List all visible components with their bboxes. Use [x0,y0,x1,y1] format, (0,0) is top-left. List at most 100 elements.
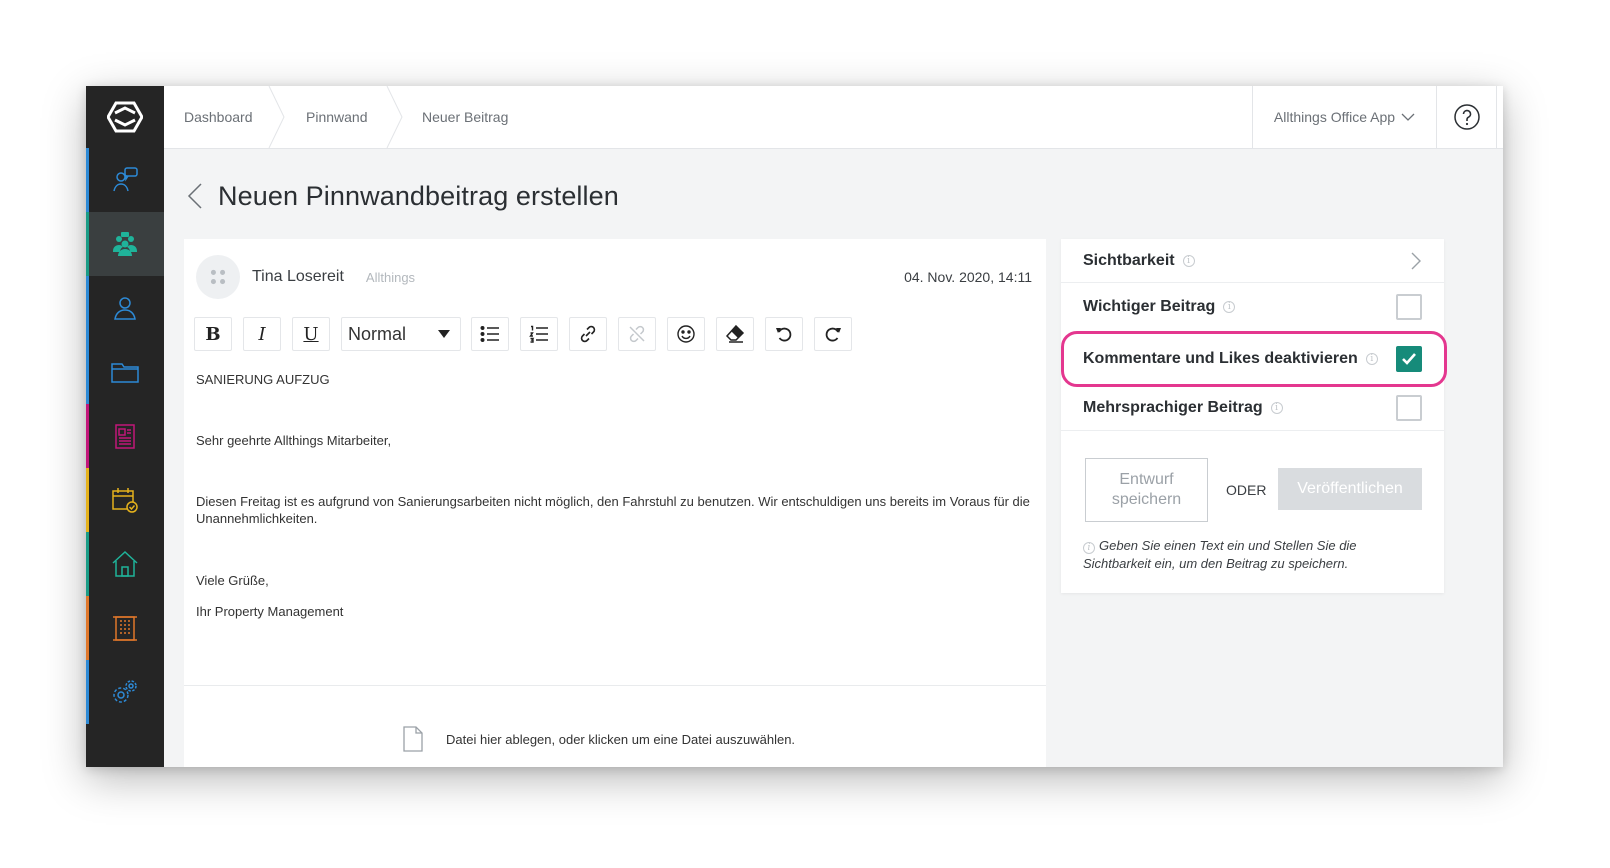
underline-button[interactable]: U [292,317,330,351]
building-icon [113,616,137,641]
back-arrow-icon[interactable] [186,182,204,210]
numbered-list-button[interactable] [520,317,558,351]
sidebar-item-settings[interactable] [86,660,164,724]
document-icon [115,424,135,449]
emoji-button[interactable] [667,317,705,351]
breadcrumb-current: Neuer Beitrag [422,109,509,125]
multilingual-checkbox[interactable] [1396,394,1422,421]
info-icon: i [1270,401,1283,414]
sidebar-item-users[interactable] [86,276,164,340]
sidebar-item-documents[interactable] [86,404,164,468]
bold-button[interactable]: B [194,317,232,351]
highlight-annotation [1061,331,1447,387]
help-icon [1453,104,1480,130]
person-icon [114,297,136,320]
format-select-value: Normal [348,323,407,344]
save-hint-text: Geben Sie einen Text ein und Stellen Sie… [1083,538,1357,571]
info-icon: i [1182,254,1195,267]
breadcrumb-pinnwand[interactable]: Pinnwand [306,86,368,148]
bullet-list-button[interactable] [471,317,509,351]
redo-icon [825,327,841,342]
editor-line: Sehr geehrte Allthings Mitarbeiter, [196,433,392,448]
post-date: 04. Nov. 2020, 14:11 [904,269,1032,285]
visibility-label: Sichtbarkeit [1083,251,1175,269]
breadcrumb-separator [268,86,285,148]
multilingual-label: Mehrsprachiger Beitrag [1083,398,1263,416]
user-menu[interactable] [1496,86,1503,148]
author-org: Allthings [365,269,416,285]
bullet-list-icon [480,326,499,342]
link-button[interactable] [569,317,607,351]
sidebar-item-messages[interactable] [86,148,164,212]
nav-color-bar [86,340,89,404]
important-label: Wichtiger Beitrag [1083,298,1216,315]
eraser-icon [725,324,745,343]
app-window: Dashboard Pinnwand Neuer Beitrag Allthin… [86,86,1503,767]
emoji-icon [677,325,695,343]
sidebar-item-tasks[interactable] [86,468,164,532]
important-checkbox[interactable] [1396,294,1422,320]
redo-button[interactable] [814,317,852,351]
sidebar-item-community[interactable] [86,212,164,276]
info-icon: i [1223,301,1236,313]
chat-icon [113,167,138,192]
format-select[interactable]: Normal [341,317,461,351]
calendar-check-icon [112,488,138,513]
sidebar-item-files[interactable] [86,340,164,404]
home-icon [112,550,138,577]
unlink-button[interactable] [618,317,656,351]
sidebar-item-buildings[interactable] [86,596,164,660]
folder-icon [111,363,139,383]
divider [184,685,1046,686]
or-label: ODER [1226,482,1267,498]
important-row: Wichtiger Beitrag i [1061,284,1444,330]
editor-line: Viele Grüße, [196,573,269,588]
nav-color-bar [86,596,89,660]
multilingual-row: Mehrsprachiger Beitrag i [1061,385,1444,431]
page-title: Neuen Pinnwandbeitrag erstellen [218,180,619,211]
nav-color-bar [86,276,89,340]
page-header: Neuen Pinnwandbeitrag erstellen [186,176,619,216]
nav-color-bar [86,532,89,596]
editor-line: Diesen Freitag ist es aufgrund von Sanie… [196,494,1030,526]
settings-icon [113,680,137,703]
visibility-row[interactable]: Sichtbarkeit i [1061,239,1444,283]
post-settings-panel: Sichtbarkeit i Wichtiger Beitrag i Komme… [1061,239,1447,593]
numbered-list-icon [529,325,548,343]
author-name: Tina Losereit [252,268,344,285]
nav-color-bar [86,148,89,212]
undo-button[interactable] [765,317,803,351]
topbar: Dashboard Pinnwand Neuer Beitrag Allthin… [164,86,1503,149]
file-dropzone[interactable]: Datei hier ablegen, oder klicken um eine… [402,725,795,753]
publish-button[interactable]: Veröffentlichen [1278,468,1422,510]
clear-format-button[interactable] [716,317,754,351]
unlink-icon [629,325,645,343]
save-draft-button[interactable]: Entwurf speichern [1085,458,1208,522]
sidebar-item-properties[interactable] [86,532,164,596]
app-switcher-label: Allthings Office App [1273,109,1396,125]
editor-line: Ihr Property Management [196,604,344,619]
undo-icon [776,327,792,342]
author-row: Tina Losereit Allthings 04. Nov. 2020, 1… [196,253,1034,301]
info-icon: i [1083,542,1095,554]
allthings-logo[interactable] [86,86,164,148]
chevron-down-icon [1401,113,1415,121]
editor-line: SANIERUNG AUFZUG [196,372,330,387]
author-avatar [196,255,240,299]
file-icon [403,726,423,752]
help-button[interactable] [1436,86,1496,148]
nav-color-bar [86,212,89,276]
community-icon [113,232,137,256]
chevron-right-icon [1411,252,1421,269]
sidebar [86,86,164,767]
breadcrumb-separator [386,86,403,148]
italic-button[interactable]: I [243,317,281,351]
nav-color-bar [86,468,89,532]
app-switcher[interactable]: Allthings Office App [1252,86,1436,148]
link-icon [580,325,596,343]
save-hint: i Geben Sie einen Text ein und Stellen Si… [1083,537,1428,573]
nav-color-bar [86,404,89,468]
breadcrumb-dashboard[interactable]: Dashboard [184,86,253,148]
caret-down-icon [438,330,450,338]
avatar-dots-icon [210,269,226,285]
